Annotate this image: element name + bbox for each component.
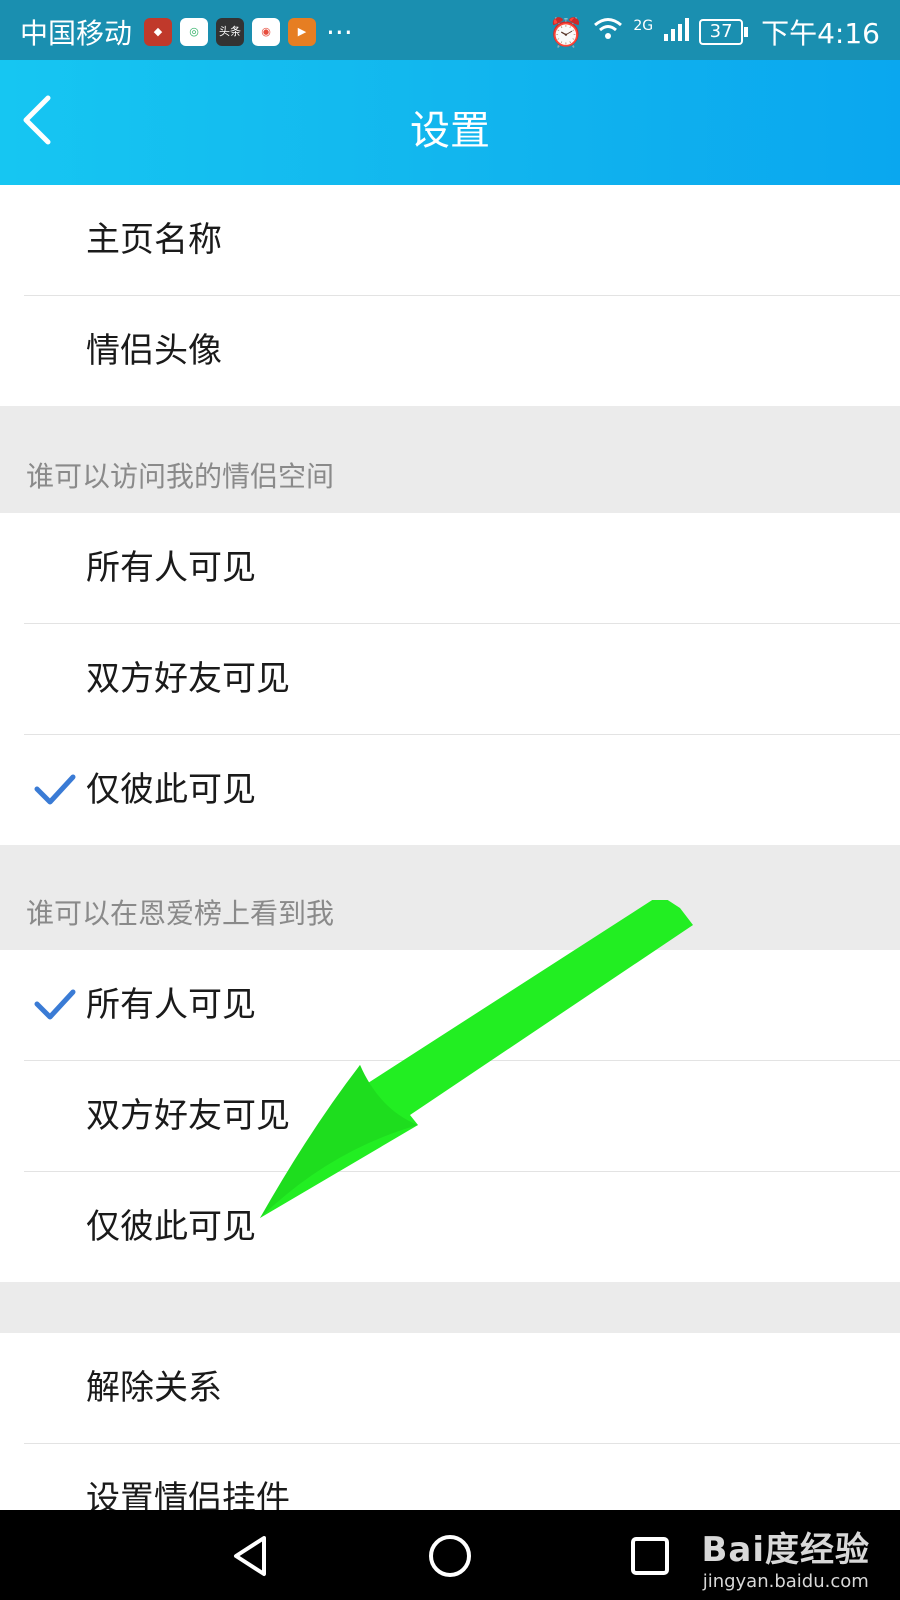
more-notifications-icon: ···	[326, 15, 353, 49]
page-title: 设置	[410, 108, 490, 154]
option-visit-mutual-friends[interactable]: 双方好友可见	[24, 624, 900, 735]
section-header-label: 谁可以访问我的情侣空间	[26, 460, 335, 493]
checkmark-icon	[34, 989, 76, 1020]
title-bar: 设置	[0, 60, 900, 185]
list-item-label: 主页名称	[86, 220, 222, 260]
square-recents-icon	[631, 1537, 669, 1575]
signal-icon	[663, 16, 690, 49]
status-bar: 中国移动 ◆ ◎ 头条 ◉ ▶ ··· ⏰ 2G 37 下午4:16	[0, 0, 900, 60]
option-label: 所有人可见	[86, 548, 256, 588]
nav-home-button[interactable]	[426, 1532, 474, 1580]
triangle-back-icon	[234, 1536, 266, 1576]
app-notification-icon: ◆	[144, 18, 173, 46]
video-notification-icon: ▶	[288, 18, 317, 46]
rank-options-group: 所有人可见 双方好友可见 仅彼此可见	[0, 950, 900, 1282]
circle-home-icon	[429, 1535, 471, 1577]
list-item-homepage-name[interactable]: 主页名称	[24, 185, 900, 296]
option-visit-everyone[interactable]: 所有人可见	[24, 513, 900, 624]
network-type-label: 2G	[633, 18, 654, 34]
visit-options-group: 所有人可见 双方好友可见 仅彼此可见	[0, 513, 900, 845]
section-header-label: 谁可以在恩爱榜上看到我	[26, 897, 335, 930]
option-label: 双方好友可见	[86, 1096, 290, 1136]
list-item-couple-avatar[interactable]: 情侣头像	[24, 296, 900, 406]
option-label: 仅彼此可见	[86, 1207, 256, 1247]
carrier-name: 中国移动	[20, 17, 133, 50]
baidu-watermark: Bai度经验 jingyan.baidu.com	[701, 1522, 870, 1592]
status-right: ⏰ 2G 37 下午4:16	[548, 12, 880, 52]
option-rank-each-other[interactable]: 仅彼此可见	[24, 1172, 900, 1282]
system-nav-bar: Bai度经验 jingyan.baidu.com	[0, 1510, 900, 1600]
option-label: 仅彼此可见	[86, 770, 256, 810]
option-label: 所有人可见	[86, 985, 256, 1025]
list-item-label: 情侣头像	[86, 331, 222, 371]
checkmark-icon	[34, 774, 76, 805]
watermark-main: Bai度经验	[701, 1530, 870, 1570]
browser-notification-icon: ◎	[180, 18, 209, 46]
list-item-label: 解除关系	[86, 1368, 222, 1408]
option-rank-everyone[interactable]: 所有人可见	[24, 950, 900, 1061]
news-notification-icon: 头条	[216, 18, 245, 46]
clock: 下午4:16	[761, 17, 880, 50]
profile-settings-group: 主页名称 情侣头像	[0, 185, 900, 406]
battery-icon: 37	[699, 19, 749, 45]
nav-back-button[interactable]	[226, 1532, 274, 1580]
status-left: 中国移动 ◆ ◎ 头条 ◉ ▶ ···	[20, 12, 353, 52]
list-item-end-relationship[interactable]: 解除关系	[24, 1333, 900, 1444]
option-rank-mutual-friends[interactable]: 双方好友可见	[24, 1061, 900, 1172]
option-visit-each-other[interactable]: 仅彼此可见	[24, 735, 900, 845]
nav-recents-button[interactable]	[626, 1532, 674, 1580]
section-header-visit: 谁可以访问我的情侣空间	[0, 415, 900, 513]
watermark-sub: jingyan.baidu.com	[702, 1571, 869, 1592]
map-notification-icon: ◉	[252, 18, 281, 46]
option-label: 双方好友可见	[86, 659, 290, 699]
wifi-icon	[593, 16, 623, 49]
alarm-icon: ⏰	[548, 15, 584, 49]
section-header-rank: 谁可以在恩爱榜上看到我	[0, 852, 900, 950]
